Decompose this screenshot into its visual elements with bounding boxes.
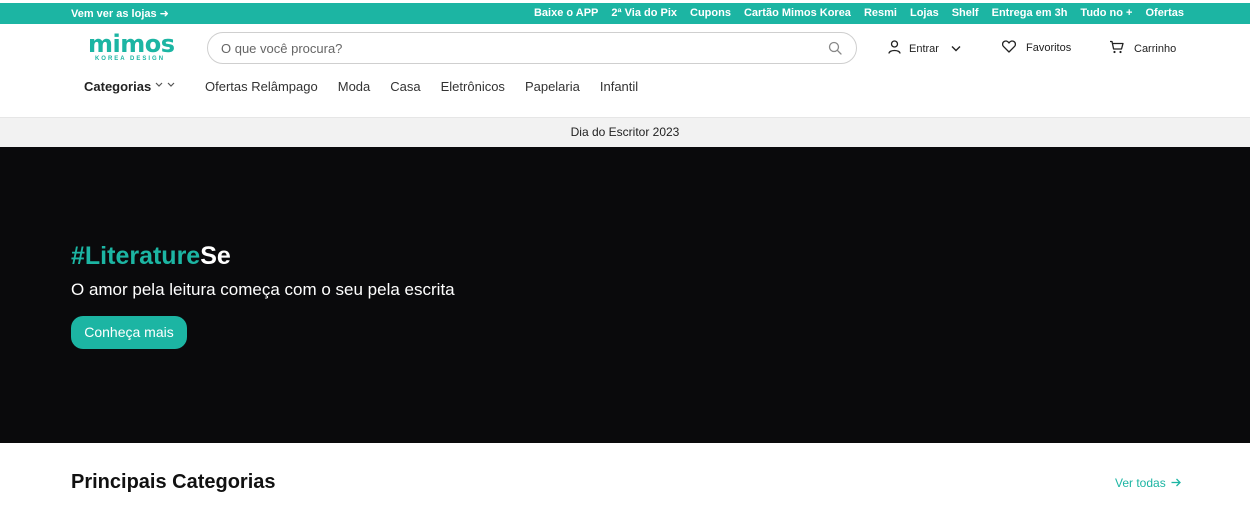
hero-banner[interactable]: #LiteratureSe O amor pela leitura começa… <box>0 147 1250 443</box>
cart-label: Carrinho <box>1134 42 1177 55</box>
nav-item-papelaria[interactable]: Papelaria <box>525 79 580 94</box>
top-link-resmi[interactable]: Resmi <box>864 7 897 19</box>
see-all-label: Ver todas <box>1115 476 1166 490</box>
top-link-shelf[interactable]: Shelf <box>952 7 979 19</box>
top-link-entrega[interactable]: Entrega em 3h <box>992 7 1068 19</box>
see-all-link[interactable]: Ver todas <box>1115 476 1181 490</box>
hero-cta-button[interactable]: Conheça mais <box>71 316 187 349</box>
cart-icon <box>1109 40 1124 57</box>
categories-label: Categorias <box>84 79 152 94</box>
top-link-cupons[interactable]: Cupons <box>690 7 731 19</box>
nav-item-moda[interactable]: Moda <box>338 79 371 94</box>
search-bar <box>207 32 857 64</box>
cart-link[interactable]: Carrinho <box>1109 40 1176 57</box>
nav-item-casa[interactable]: Casa <box>390 79 420 94</box>
logo[interactable]: mimos KOREA DESIGN <box>88 30 175 64</box>
user-icon <box>888 40 901 57</box>
top-link-tudo[interactable]: Tudo no + <box>1080 7 1132 19</box>
chevron-down-icon <box>155 81 175 92</box>
top-links: Baixe o APP 2ª Via do Pix Cupons Cartão … <box>534 7 1184 19</box>
categories-menu[interactable]: Categorias <box>84 79 175 94</box>
top-link-app[interactable]: Baixe o APP <box>534 7 598 19</box>
hero-headline: #LiteratureSe <box>71 242 231 271</box>
top-link-pix[interactable]: 2ª Via do Pix <box>611 7 677 19</box>
hero-subtitle: O amor pela leitura começa com o seu pel… <box>71 280 455 299</box>
hero-headline-accent: #Literature <box>71 242 201 270</box>
top-bar: Vem ver as lojas ➜ Baixe o APP 2ª Via do… <box>0 3 1250 24</box>
favorites-label: Favoritos <box>1026 42 1072 54</box>
nav-items: Ofertas Relâmpago Moda Casa Eletrônicos … <box>205 79 638 94</box>
top-link-ofertas[interactable]: Ofertas <box>1145 7 1184 19</box>
search-icon[interactable] <box>828 41 842 55</box>
account-menu[interactable]: Entrar <box>888 40 961 57</box>
top-link-lojas[interactable]: Lojas <box>910 7 939 19</box>
logo-tagline: KOREA DESIGN <box>94 56 166 62</box>
hero-headline-rest: Se <box>200 242 231 270</box>
stores-link[interactable]: Vem ver as lojas ➜ <box>71 7 169 20</box>
favorites-link[interactable]: Favoritos <box>1001 40 1072 56</box>
site-header: mimos KOREA DESIGN Entrar Favoritos Carr… <box>0 24 1250 117</box>
heart-icon <box>1001 40 1017 56</box>
top-link-cartao[interactable]: Cartão Mimos Korea <box>744 7 851 19</box>
logo-wordmark: mimos <box>88 30 175 58</box>
search-input[interactable] <box>221 39 801 57</box>
chevron-down-icon <box>951 43 961 55</box>
nav-item-eletronicos[interactable]: Eletrônicos <box>441 79 505 94</box>
nav-item-infantil[interactable]: Infantil <box>600 79 638 94</box>
section-title: Principais Categorias <box>71 471 276 493</box>
announcement-bar[interactable]: Dia do Escritor 2023 <box>0 117 1250 147</box>
nav-item-ofertas-relampago[interactable]: Ofertas Relâmpago <box>205 79 318 94</box>
account-label: Entrar <box>909 42 939 55</box>
arrow-right-icon <box>1171 476 1181 490</box>
main-nav: Categorias Ofertas Relâmpago Moda Casa E… <box>0 79 1250 99</box>
